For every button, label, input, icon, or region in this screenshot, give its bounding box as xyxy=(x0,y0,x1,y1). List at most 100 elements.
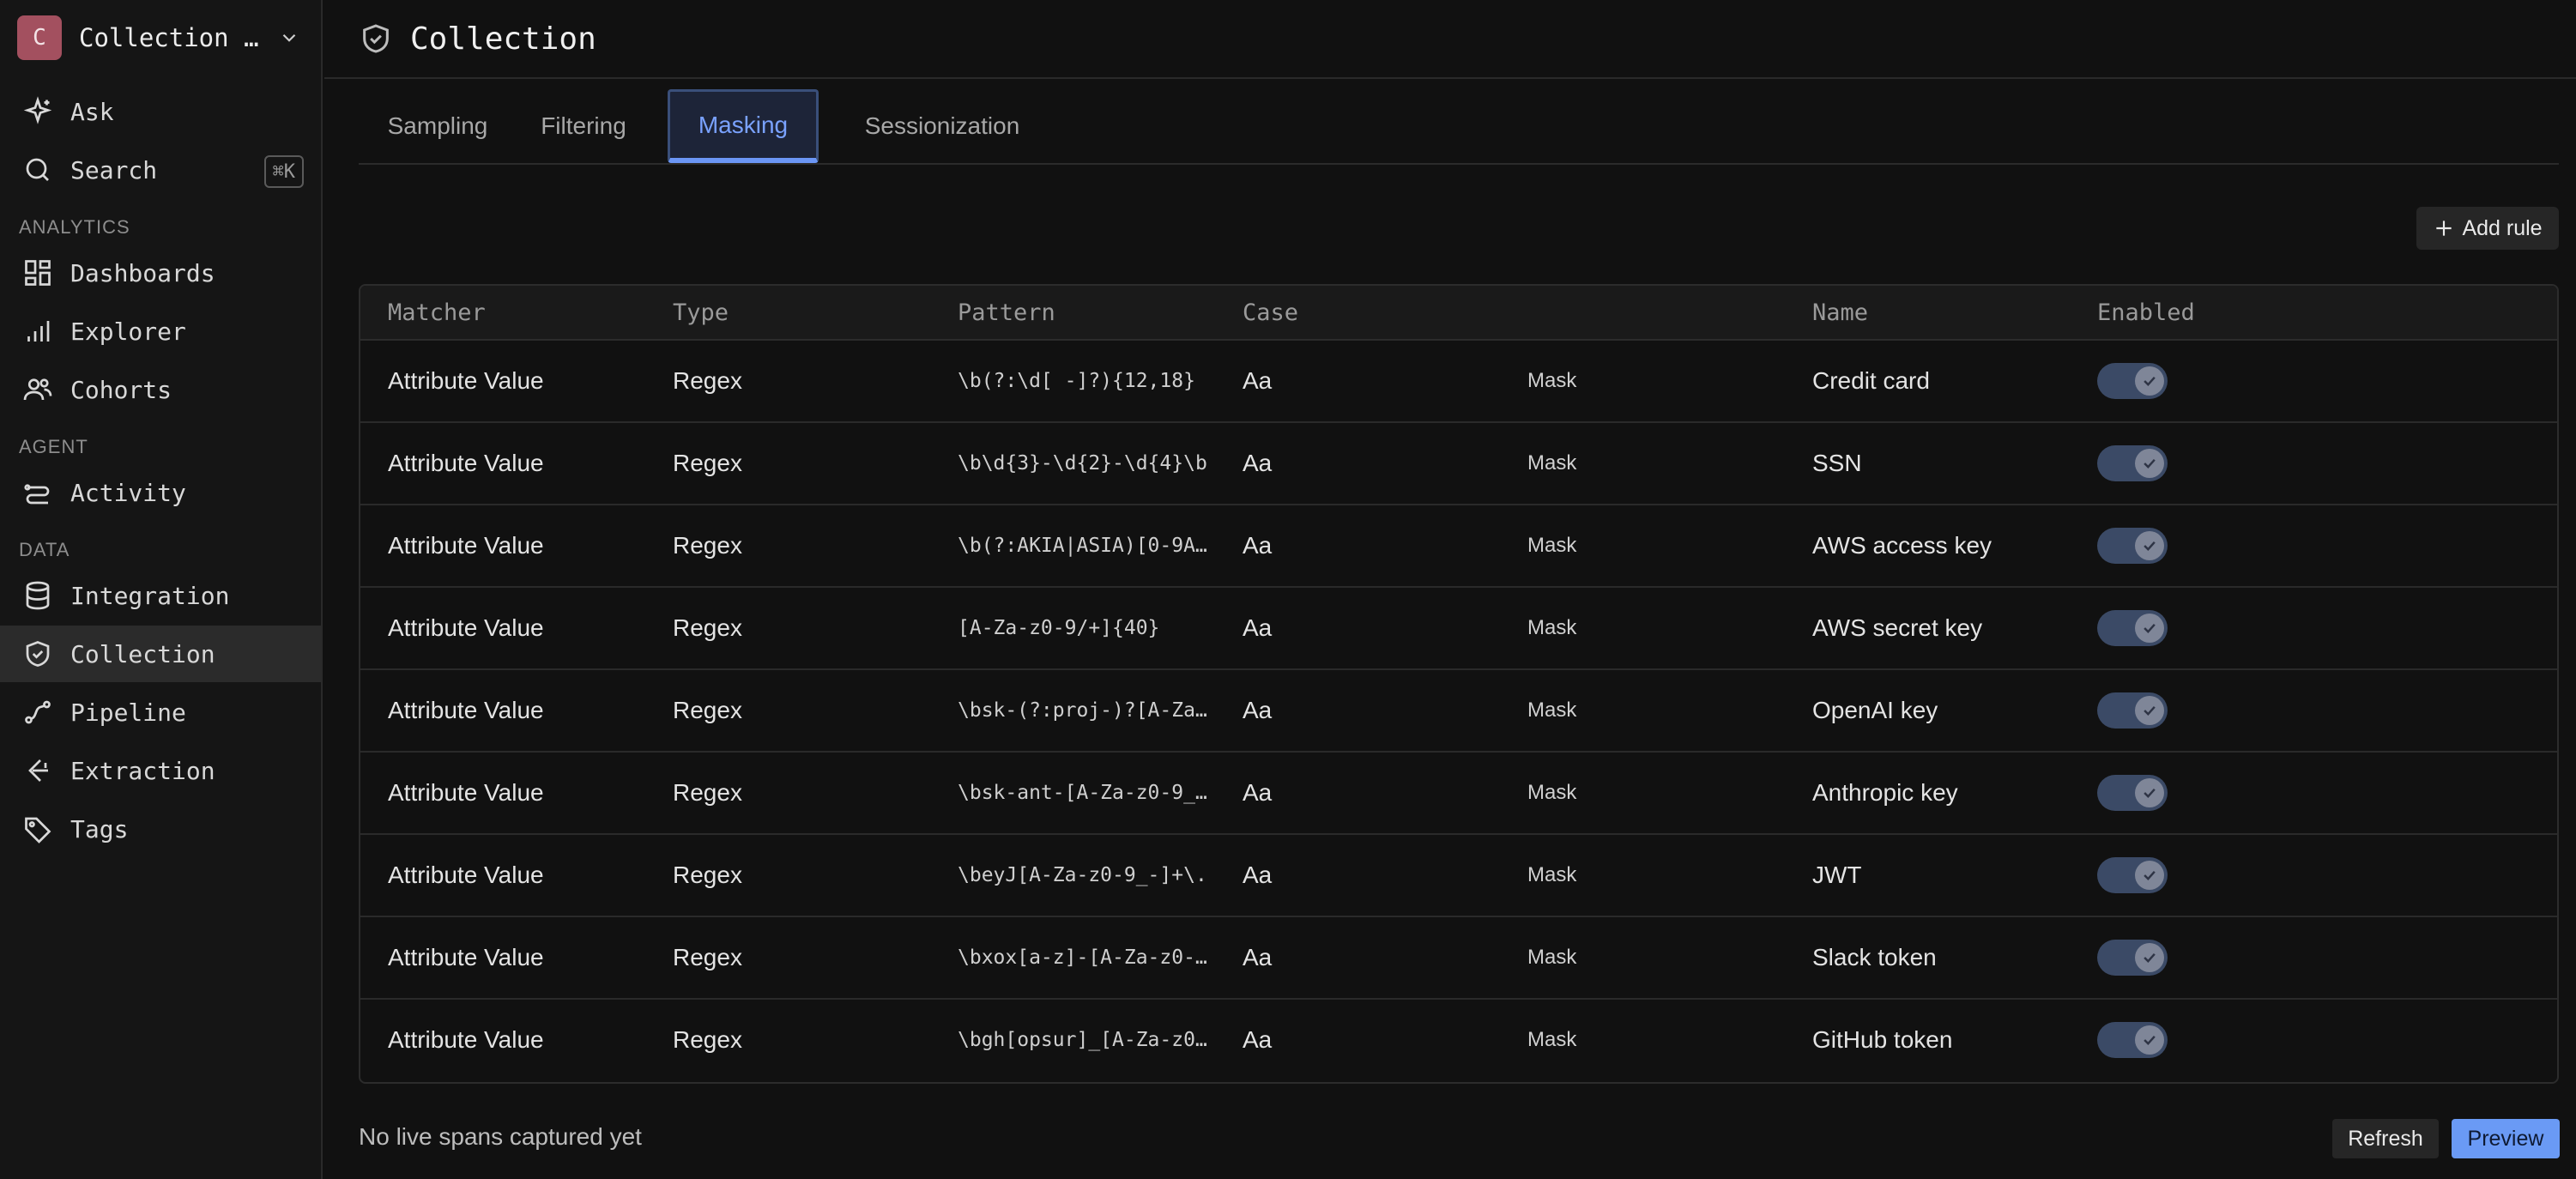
pattern-cell: \bsk-ant-[A-Za-z0-9_-]+ xyxy=(958,782,1208,804)
table-row[interactable]: Attribute Value Regex \b(?:AKIA|ASIA)[0-9A… xyxy=(360,505,2557,588)
type-cell: Regex xyxy=(673,367,742,394)
enabled-toggle[interactable] xyxy=(2097,940,2168,976)
case-sensitivity-toggle[interactable]: Aa xyxy=(1243,753,1272,833)
nav-search[interactable]: Search ⌘K xyxy=(0,142,321,198)
case-sensitivity-toggle[interactable]: Aa xyxy=(1243,835,1272,916)
enabled-toggle[interactable] xyxy=(2097,363,2168,399)
case-sensitivity-toggle[interactable]: Aa xyxy=(1243,917,1272,998)
nav-extraction[interactable]: Extraction xyxy=(0,742,321,799)
table-row[interactable]: Attribute Value Regex \b(?:\d[ -]?){12,18}… xyxy=(360,341,2557,423)
sidebar: C Collection test Ask Search ⌘K ANALYTIC… xyxy=(0,0,323,1179)
table-row[interactable]: Attribute Value Regex \bsk-ant-[A-Za-z0-9_… xyxy=(360,753,2557,835)
toggle-knob xyxy=(2135,861,2164,890)
toggle-knob xyxy=(2135,1025,2164,1055)
search-icon xyxy=(26,158,49,181)
action-cell: Mask xyxy=(1527,369,1577,392)
enabled-toggle[interactable] xyxy=(2097,1022,2168,1058)
enabled-toggle[interactable] xyxy=(2097,775,2168,811)
chevron-down-icon xyxy=(282,33,296,42)
tab-masking[interactable]: Masking xyxy=(668,89,819,163)
check-icon xyxy=(2144,952,2156,963)
pattern-cell: \b(?:\d[ -]?){12,18} xyxy=(958,370,1195,392)
page-header: Collection xyxy=(324,0,2576,79)
column-header-enabled: Enabled xyxy=(2097,299,2195,326)
enabled-toggle[interactable] xyxy=(2097,610,2168,646)
case-sensitivity-toggle[interactable]: Aa xyxy=(1243,423,1272,504)
type-cell: Regex xyxy=(673,614,742,641)
toggle-knob xyxy=(2135,943,2164,972)
nav-dashboards[interactable]: Dashboards xyxy=(0,245,321,301)
add-rule-label: Add rule xyxy=(2462,215,2543,240)
tab-sampling[interactable]: Sampling xyxy=(369,89,506,163)
bar-chart-icon xyxy=(27,321,50,342)
masking-rules-table: Matcher Type Pattern Case Name Enabled A… xyxy=(359,284,2559,1084)
column-header-pattern: Pattern xyxy=(958,299,1055,326)
section-analytics: ANALYTICS xyxy=(19,216,130,238)
nav-collection[interactable]: Collection xyxy=(0,626,321,682)
tab-filtering[interactable]: Filtering xyxy=(529,89,638,163)
tab-bar: Sampling Filtering Masking Sessionizatio… xyxy=(359,86,2559,165)
add-rule-button[interactable]: Add rule xyxy=(2416,207,2559,250)
toggle-knob xyxy=(2135,696,2164,725)
refresh-button[interactable]: Refresh xyxy=(2332,1119,2439,1158)
name-cell: JWT xyxy=(1812,862,1862,888)
check-icon xyxy=(2144,705,2156,716)
database-icon xyxy=(26,581,50,610)
type-cell: Regex xyxy=(673,450,742,476)
toggle-knob xyxy=(2135,366,2164,396)
search-shortcut-badge: ⌘K xyxy=(263,155,304,188)
live-spans-status: No live spans captured yet xyxy=(359,1123,642,1150)
enabled-toggle[interactable] xyxy=(2097,692,2168,729)
enabled-toggle[interactable] xyxy=(2097,445,2168,481)
enabled-toggle[interactable] xyxy=(2097,857,2168,893)
check-icon xyxy=(2144,788,2156,798)
table-row[interactable]: Attribute Value Regex \bxox[a-z]-[A-Za-z0-… xyxy=(360,917,2557,1000)
nav-tags[interactable]: Tags xyxy=(0,801,321,857)
matcher-cell: Attribute Value xyxy=(388,614,544,641)
preview-button[interactable]: Preview xyxy=(2452,1119,2560,1158)
type-cell: Regex xyxy=(673,532,742,559)
case-sensitivity-toggle[interactable]: Aa xyxy=(1243,1000,1272,1080)
pattern-cell: \bsk-(?:proj-)?[A-Za-z0-9] xyxy=(958,699,1208,722)
matcher-cell: Attribute Value xyxy=(388,367,544,394)
pattern-cell: \b\d{3}-\d{2}-\d{4}\b xyxy=(958,452,1207,475)
pipeline-icon xyxy=(25,700,51,724)
table-row[interactable]: Attribute Value Regex \beyJ[A-Za-z0-9_-]+\… xyxy=(360,835,2557,917)
matcher-cell: Attribute Value xyxy=(388,862,544,888)
column-header-case: Case xyxy=(1243,299,1299,326)
check-icon xyxy=(2144,376,2156,386)
nav-integration[interactable]: Integration xyxy=(0,567,321,624)
nav-tags-label: Tags xyxy=(70,814,129,843)
action-cell: Mask xyxy=(1527,451,1577,475)
type-cell: Regex xyxy=(673,697,742,723)
tab-sessionization[interactable]: Sessionization xyxy=(839,89,1045,163)
case-sensitivity-toggle[interactable]: Aa xyxy=(1243,670,1272,751)
sparkle-icon xyxy=(23,96,52,124)
table-row[interactable]: Attribute Value Regex \b\d{3}-\d{2}-\d{4}\… xyxy=(360,423,2557,505)
case-sensitivity-toggle[interactable]: Aa xyxy=(1243,341,1272,421)
nav-cohorts[interactable]: Cohorts xyxy=(0,361,321,418)
nav-integration-label: Integration xyxy=(70,581,230,610)
name-cell: SSN xyxy=(1812,450,1862,476)
nav-ask[interactable]: Ask xyxy=(0,83,321,140)
name-cell: OpenAI key xyxy=(1812,697,1938,723)
case-sensitivity-toggle[interactable]: Aa xyxy=(1243,505,1272,586)
name-cell: Credit card xyxy=(1812,367,1930,394)
users-icon xyxy=(23,378,52,401)
table-row[interactable]: Attribute Value Regex \bsk-(?:proj-)?[A-Za… xyxy=(360,670,2557,753)
case-sensitivity-toggle[interactable]: Aa xyxy=(1243,588,1272,668)
action-cell: Mask xyxy=(1527,863,1577,886)
workspace-avatar: C xyxy=(17,15,62,60)
matcher-cell: Attribute Value xyxy=(388,1026,544,1053)
nav-activity[interactable]: Activity xyxy=(0,464,321,521)
table-row[interactable]: Attribute Value Regex \bgh[opsur]_[A-Za-z0… xyxy=(360,1000,2557,1082)
workspace-switcher[interactable]: C Collection test xyxy=(17,15,304,60)
action-cell: Mask xyxy=(1527,781,1577,804)
table-body: Attribute Value Regex \b(?:\d[ -]?){12,18}… xyxy=(360,341,2557,1082)
enabled-toggle[interactable] xyxy=(2097,528,2168,564)
column-header-matcher: Matcher xyxy=(388,299,486,326)
nav-pipeline[interactable]: Pipeline xyxy=(0,684,321,741)
nav-explorer[interactable]: Explorer xyxy=(0,303,321,360)
table-row[interactable]: Attribute Value Regex [A-Za-z0-9/+]{40} Aa M… xyxy=(360,588,2557,670)
nav-ask-label: Ask xyxy=(70,97,114,126)
